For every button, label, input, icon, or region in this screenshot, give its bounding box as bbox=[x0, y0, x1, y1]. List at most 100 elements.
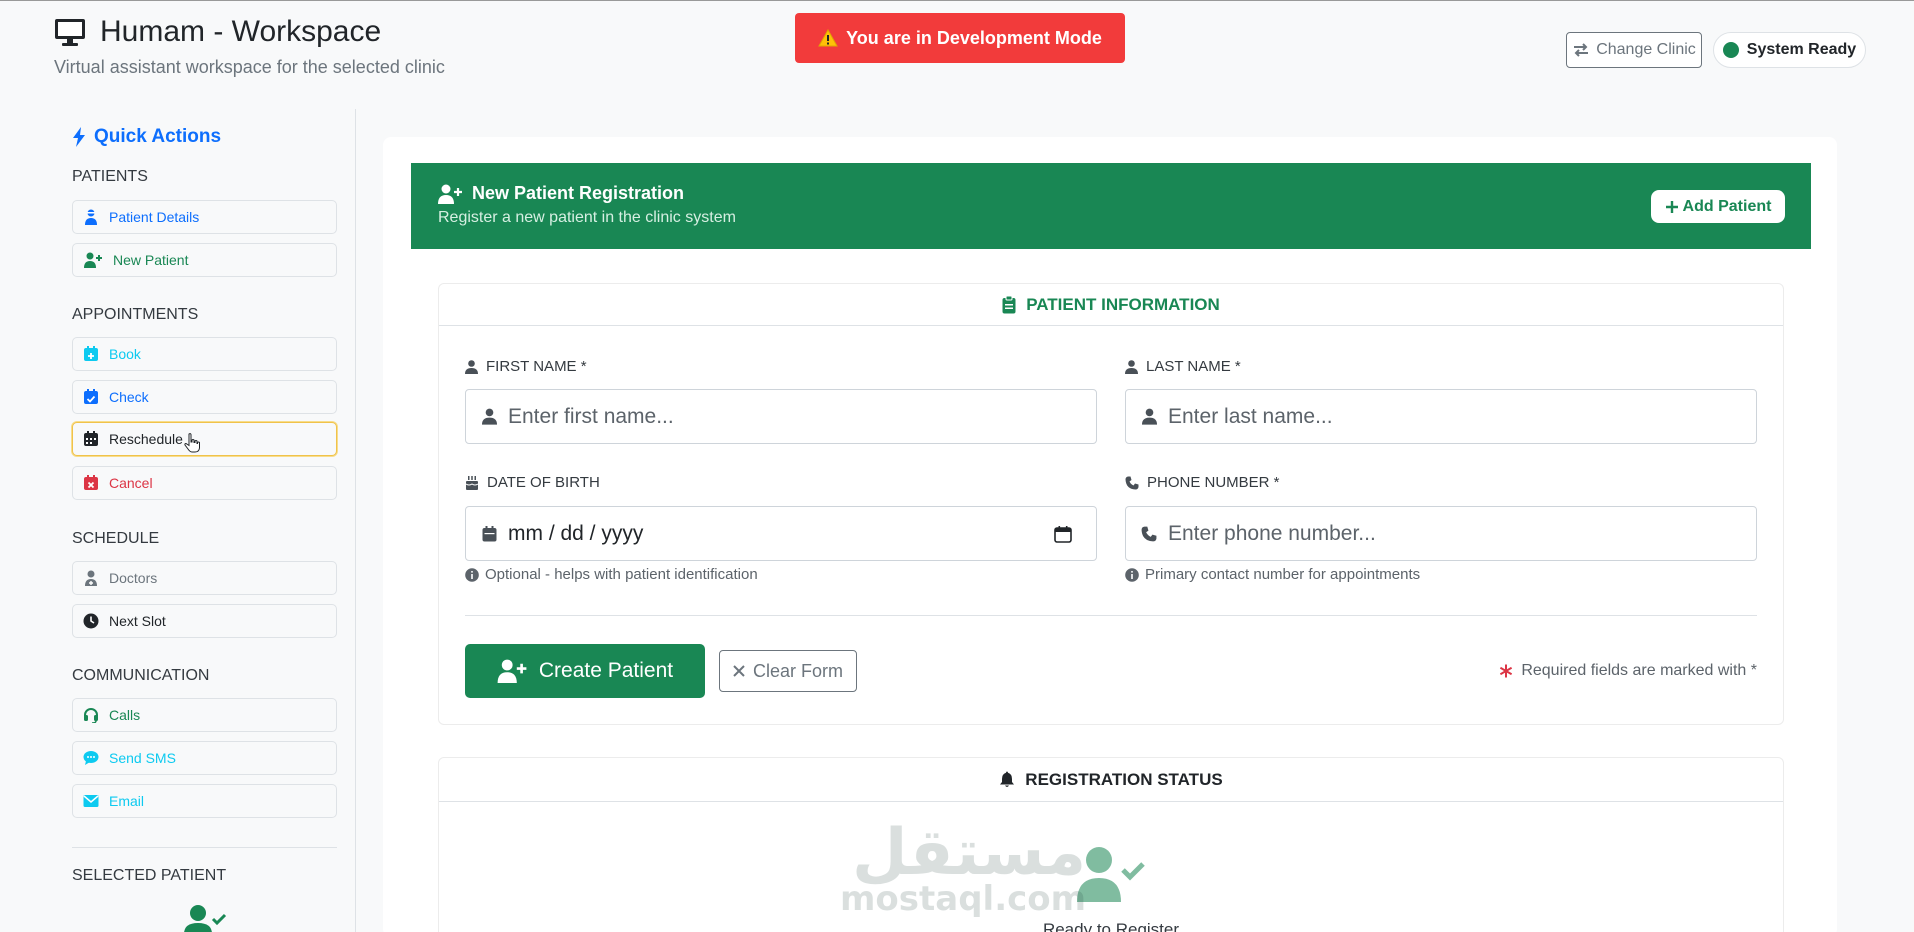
registration-subtitle: Register a new patient in the clinic sys… bbox=[438, 209, 736, 226]
add-patient-label: Add Patient bbox=[1682, 197, 1772, 215]
phone-input-group bbox=[1125, 506, 1757, 561]
sidebar-item-label: New Patient bbox=[113, 252, 189, 268]
info-circle-icon bbox=[465, 567, 479, 582]
sidebar-item-doctors[interactable]: Doctors bbox=[72, 561, 337, 595]
user-icon bbox=[1126, 408, 1168, 425]
app-title: Humam - Workspace bbox=[54, 15, 381, 49]
dev-mode-banner: You are in Development Mode bbox=[795, 13, 1125, 63]
patient-information-title: PATIENT INFORMATION bbox=[439, 284, 1783, 326]
patient-information-card: PATIENT INFORMATION FIRST NAME * LAST NA… bbox=[438, 283, 1784, 725]
dev-mode-text: You are in Development Mode bbox=[846, 27, 1102, 48]
calendar-plus-icon bbox=[83, 346, 99, 362]
watermark-latin: mostaql.com bbox=[840, 879, 1087, 919]
sidebar-item-label: Calls bbox=[109, 707, 141, 723]
user-check-icon bbox=[1077, 846, 1147, 902]
registration-title-text: New Patient Registration bbox=[472, 183, 685, 203]
sidebar-item-label: Book bbox=[109, 346, 141, 362]
last-name-label: LAST NAME * bbox=[1125, 358, 1241, 375]
sidebar-item-reschedule[interactable]: Reschedule bbox=[72, 422, 337, 456]
add-patient-button[interactable]: Add Patient bbox=[1651, 190, 1785, 223]
last-name-input[interactable] bbox=[1168, 404, 1728, 429]
phone-help-text: Primary contact number for appointments bbox=[1145, 566, 1421, 583]
section-communication: COMMUNICATION bbox=[72, 667, 210, 684]
first-name-input[interactable] bbox=[508, 404, 1068, 429]
system-status-text: System Ready bbox=[1746, 41, 1857, 58]
user-doctor-icon bbox=[83, 570, 99, 586]
watermark-arabic: مستقل bbox=[852, 816, 1087, 890]
user-plus-icon bbox=[83, 252, 103, 268]
first-name-input-group bbox=[465, 389, 1097, 444]
monitor-icon bbox=[54, 18, 86, 46]
calendar-xmark-icon bbox=[83, 475, 99, 491]
sidebar-item-next-slot[interactable]: Next Slot bbox=[72, 604, 337, 638]
page-title: Humam - Workspace bbox=[100, 15, 382, 48]
dob-label: DATE OF BIRTH bbox=[465, 474, 600, 491]
sidebar-item-send-sms[interactable]: Send SMS bbox=[72, 741, 337, 775]
user-icon bbox=[465, 359, 478, 374]
create-patient-button[interactable]: Create Patient bbox=[465, 644, 705, 698]
phone-label: PHONE NUMBER * bbox=[1125, 474, 1280, 491]
system-status-badge: System Ready bbox=[1713, 32, 1866, 68]
section-appointments: APPOINTMENTS bbox=[72, 306, 199, 323]
first-name-label-text: FIRST NAME * bbox=[486, 358, 587, 375]
phone-icon bbox=[1126, 526, 1168, 542]
phone-icon bbox=[1125, 476, 1139, 490]
phone-input[interactable] bbox=[1168, 521, 1728, 546]
sidebar-item-label: Email bbox=[109, 793, 145, 809]
phone-help: Primary contact number for appointments bbox=[1125, 566, 1420, 583]
sidebar-item-label: Reschedule bbox=[109, 431, 183, 447]
first-name-label: FIRST NAME * bbox=[465, 358, 587, 375]
sidebar-item-patient-details[interactable]: Patient Details bbox=[72, 200, 337, 234]
bolt-icon bbox=[72, 127, 86, 147]
sidebar-item-check[interactable]: Check bbox=[72, 380, 337, 414]
mostaql-watermark: مستقل mostaql.com bbox=[840, 821, 1086, 919]
mouse-pointer-icon bbox=[184, 433, 200, 453]
change-clinic-button[interactable]: Change Clinic bbox=[1566, 32, 1702, 68]
section-selected-patient: SELECTED PATIENT bbox=[72, 867, 227, 884]
registration-title: New Patient Registration bbox=[438, 183, 684, 204]
sidebar-item-email[interactable]: Email bbox=[72, 784, 337, 818]
dob-help: Optional - helps with patient identifica… bbox=[465, 566, 758, 583]
section-patients: PATIENTS bbox=[72, 168, 148, 185]
sidebar-item-label: Patient Details bbox=[109, 209, 200, 225]
registration-status-label: REGISTRATION STATUS bbox=[1025, 769, 1223, 789]
clipboard-icon bbox=[1002, 295, 1016, 314]
sidebar-item-label: Doctors bbox=[109, 570, 158, 586]
last-name-input-group bbox=[1125, 389, 1757, 444]
user-plus-icon bbox=[497, 659, 527, 683]
ready-to-register-text: Ready to Register bbox=[1042, 920, 1180, 932]
calendar-icon bbox=[466, 525, 508, 542]
dob-value: mm / dd / yyyy bbox=[508, 521, 644, 545]
section-schedule: SCHEDULE bbox=[72, 530, 160, 547]
quick-actions-title: Quick Actions bbox=[72, 126, 221, 148]
page-subtitle: Virtual assistant workspace for the sele… bbox=[54, 57, 445, 77]
sidebar-item-new-patient[interactable]: New Patient bbox=[72, 243, 337, 277]
user-plus-icon bbox=[438, 184, 462, 204]
patient-information-label: PATIENT INFORMATION bbox=[1026, 294, 1220, 314]
form-divider bbox=[465, 615, 1757, 616]
dob-help-text: Optional - helps with patient identifica… bbox=[485, 566, 758, 583]
envelope-icon bbox=[83, 794, 99, 808]
clear-form-button[interactable]: Clear Form bbox=[719, 650, 857, 692]
required-note-text: Required fields are marked with * bbox=[1521, 662, 1757, 679]
warning-icon bbox=[818, 29, 838, 47]
sidebar-item-book[interactable]: Book bbox=[72, 337, 337, 371]
sidebar-item-label: Send SMS bbox=[109, 750, 176, 766]
calendar-picker-icon[interactable] bbox=[1054, 525, 1072, 543]
close-icon bbox=[733, 665, 745, 677]
sidebar-divider bbox=[72, 847, 337, 848]
required-fields-note: Required fields are marked with * bbox=[1499, 662, 1757, 680]
dob-input[interactable]: mm / dd / yyyy bbox=[465, 506, 1097, 561]
sidebar-item-calls[interactable]: Calls bbox=[72, 698, 337, 732]
calendar-check-icon bbox=[83, 389, 99, 405]
sidebar: Quick Actions PATIENTS Patient Details N… bbox=[0, 109, 356, 932]
user-injured-icon bbox=[83, 209, 99, 225]
birthday-cake-icon bbox=[465, 475, 479, 490]
dob-label-text: DATE OF BIRTH bbox=[487, 474, 600, 491]
headset-icon bbox=[83, 707, 99, 723]
bell-icon bbox=[999, 771, 1015, 788]
plus-icon bbox=[1665, 200, 1679, 214]
sidebar-item-cancel[interactable]: Cancel bbox=[72, 466, 337, 500]
quick-actions-label: Quick Actions bbox=[94, 126, 222, 147]
info-circle-icon bbox=[1125, 567, 1139, 582]
